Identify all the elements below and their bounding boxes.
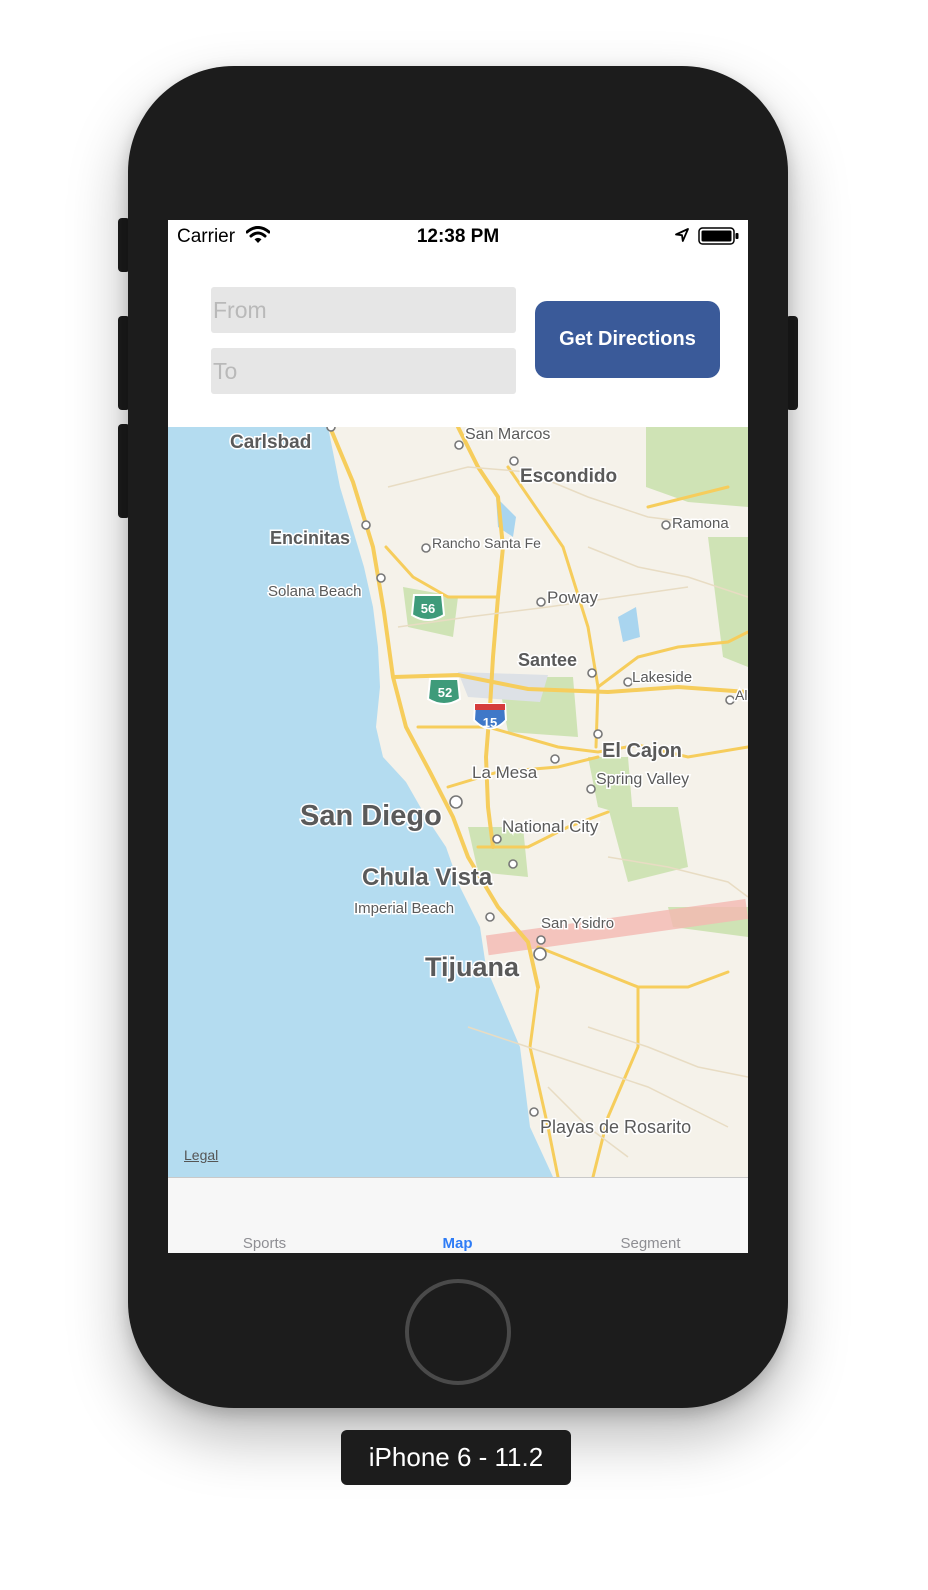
route-52-shield: 52 [426,678,462,705]
svg-text:15: 15 [483,715,497,730]
svg-text:56: 56 [421,601,435,616]
label-san-ysidro: San Ysidro [541,915,614,932]
label-san-marcos: San Marcos [465,427,550,443]
location-arrow-icon [675,228,689,242]
label-tijuana: Tijuana [425,952,520,982]
label-alpine-partial: Al [735,687,747,703]
label-playas-de-rosarito: Playas de Rosarito [540,1117,691,1137]
label-poway: Poway [547,588,599,607]
label-imperial-beach: Imperial Beach [354,900,454,917]
label-solana-beach: Solana Beach [268,583,361,600]
tab-sports-label: Sports [242,1235,287,1252]
tab-map[interactable]: Map [361,1178,554,1253]
phone-screen: Carrier 12:38 PM Get Directions [168,220,748,1253]
get-directions-button[interactable]: Get Directions [535,301,720,378]
label-national-city: National City [502,817,599,836]
label-rancho-santa-fe: Rancho Santa Fe [432,535,541,551]
map-view[interactable]: 56 52 15 Carlsbad San Marcos Escondido R… [168,427,748,1177]
label-la-mesa: La Mesa [472,763,538,782]
tab-segment-label: Segment [620,1235,681,1252]
route-56-shield: 56 [410,594,446,621]
label-santee: Santee [518,650,577,670]
status-time: 12:38 PM [416,226,500,247]
label-lakeside: Lakeside [632,669,692,686]
map-canvas: 56 52 15 Carlsbad San Marcos Escondido R… [168,427,748,1177]
label-carlsbad: Carlsbad [230,432,311,453]
label-chula-vista: Chula Vista [362,864,493,891]
label-spring-valley: Spring Valley [596,771,689,788]
label-el-cajon: El Cajon [602,740,682,762]
svg-text:52: 52 [438,685,452,700]
home-button[interactable] [405,1279,511,1385]
label-encinitas: Encinitas [270,528,350,548]
tab-segment[interactable]: Segment [554,1178,747,1253]
to-input[interactable] [211,348,516,394]
label-ramona: Ramona [672,515,729,532]
from-input[interactable] [211,287,516,333]
tab-bar: Sports Map Segment [168,1177,748,1253]
legal-link[interactable]: Legal [184,1147,218,1163]
device-label: iPhone 6 - 11.2 [341,1430,571,1485]
label-escondido: Escondido [520,466,617,487]
tab-map-label: Map [442,1235,473,1252]
battery-icon [698,227,739,245]
label-san-diego: San Diego [300,800,442,832]
status-bar: Carrier 12:38 PM [168,220,748,252]
tab-sports[interactable]: Sports [168,1178,361,1253]
